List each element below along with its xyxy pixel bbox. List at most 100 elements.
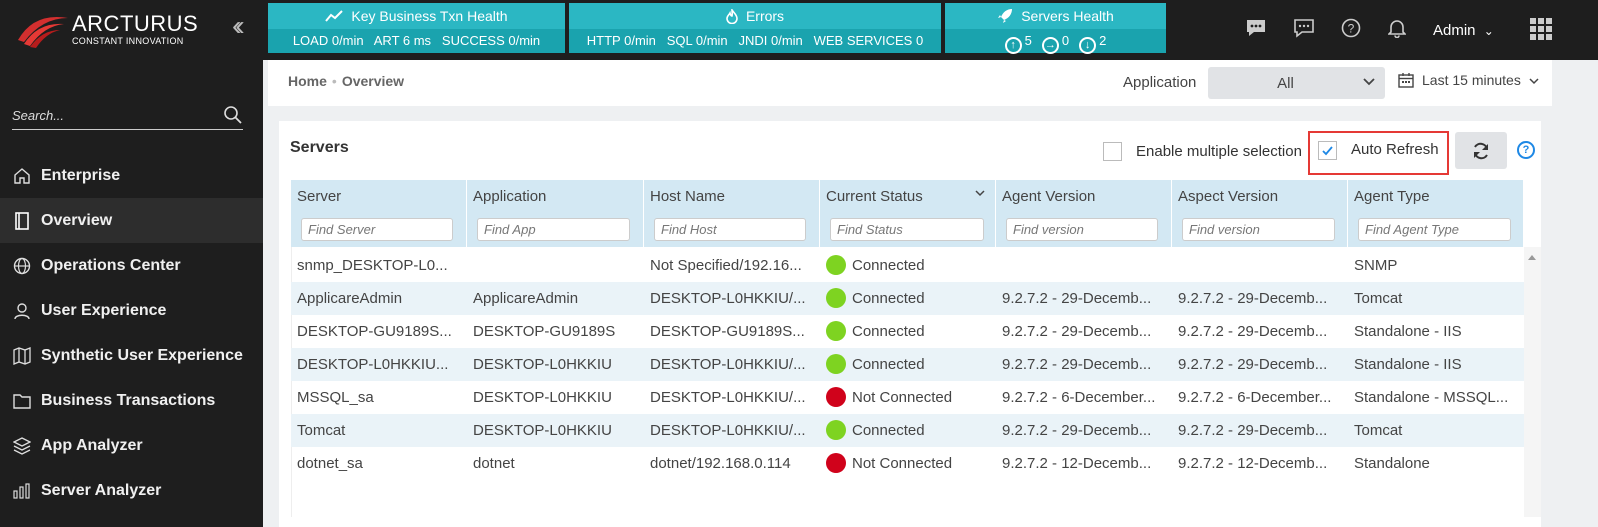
- cell-status: Connected: [820, 282, 990, 315]
- sidebar-item-enterprise[interactable]: Enterprise: [0, 153, 263, 198]
- sidebar-item-label: Operations Center: [41, 256, 181, 274]
- arrow-up-icon: ↑: [1004, 37, 1022, 54]
- server-filter-input[interactable]: [301, 218, 453, 241]
- cell-aspect-version: 9.2.7.2 - 29-Decemb...: [1178, 422, 1328, 439]
- table-row[interactable]: DESKTOP-GU9189S... DESKTOP-GU9189S DESKTOP…: [291, 315, 1524, 348]
- column-header-agent-type[interactable]: Agent Type: [1348, 180, 1524, 247]
- column-header-aspect-version[interactable]: Aspect Version: [1172, 180, 1348, 247]
- cell-agent-type: Tomcat: [1354, 290, 1403, 307]
- folder-icon: [12, 392, 32, 410]
- agent-version-filter-input[interactable]: [1006, 218, 1158, 241]
- status-dot-icon: [826, 354, 846, 374]
- chat-icon[interactable]: [1245, 18, 1267, 43]
- column-header-host-name[interactable]: Host Name: [644, 180, 820, 247]
- cell-aspect-version: 9.2.7.2 - 6-December...: [1178, 389, 1332, 406]
- cell-agent-version: 9.2.7.2 - 29-Decemb...: [1002, 290, 1152, 307]
- servers-health-widget[interactable]: Servers Health ↑ 5 → 0 ↓ 2: [945, 3, 1166, 54]
- table-row[interactable]: dotnet_sa dotnet dotnet/192.168.0.114 Not C…: [291, 447, 1524, 480]
- sidebar-item-app-analyzer[interactable]: App Analyzer: [0, 423, 263, 468]
- column-header-current-status[interactable]: Current Status: [820, 180, 996, 247]
- sidebar-item-operations-center[interactable]: Operations Center: [0, 243, 263, 288]
- status-text: Connected: [852, 257, 925, 274]
- table-row[interactable]: MSSQL_sa DESKTOP-L0HKKIU DESKTOP-L0HKKIU/.…: [291, 381, 1524, 414]
- cell-host: DESKTOP-L0HKKIU/...: [650, 389, 806, 406]
- search-icon[interactable]: [223, 105, 243, 125]
- table-row[interactable]: ApplicareAdmin ApplicareAdmin DESKTOP-L0HK…: [291, 282, 1524, 315]
- sidebar-search-input[interactable]: [12, 103, 212, 127]
- column-label: Aspect Version: [1178, 188, 1279, 205]
- help-icon[interactable]: ?: [1517, 141, 1535, 159]
- arrow-right-icon: →: [1041, 37, 1059, 54]
- trend-icon: [325, 10, 344, 22]
- top-bar: ARCTURUS CONSTANT INNOVATION ‹‹ Key Busi…: [0, 0, 1598, 60]
- host-filter-input[interactable]: [654, 218, 806, 241]
- table-row[interactable]: Tomcat DESKTOP-L0HKKIU DESKTOP-L0HKKIU/...…: [291, 414, 1524, 447]
- cell-status: Connected: [820, 414, 990, 447]
- column-header-server[interactable]: Server: [291, 180, 467, 247]
- application-select[interactable]: All: [1208, 67, 1385, 99]
- aspect-version-filter-input[interactable]: [1182, 218, 1335, 241]
- time-range-value: Last 15 minutes: [1422, 72, 1521, 88]
- agent-type-filter-input[interactable]: [1358, 218, 1511, 241]
- rocket-icon: [998, 9, 1013, 23]
- servers-neutral-count: → 0: [1041, 29, 1069, 54]
- status-text: Connected: [852, 323, 925, 340]
- status-filter-input[interactable]: [830, 218, 984, 241]
- time-range-select[interactable]: Last 15 minutes: [1398, 72, 1539, 88]
- column-header-application[interactable]: Application: [467, 180, 644, 247]
- cell-aspect-version: 9.2.7.2 - 12-Decemb...: [1178, 455, 1328, 472]
- sidebar-item-overview[interactable]: Overview: [0, 198, 263, 243]
- breadcrumb-home[interactable]: Home: [288, 73, 327, 89]
- cell-host: DESKTOP-L0HKKIU/...: [650, 356, 806, 373]
- refresh-button[interactable]: [1455, 132, 1507, 169]
- errors-widget[interactable]: Errors HTTP 0/min SQL 0/min JNDI 0/min W…: [569, 3, 941, 53]
- home-icon: [12, 167, 32, 185]
- status-text: Connected: [852, 356, 925, 373]
- apps-grid-icon[interactable]: [1530, 18, 1552, 40]
- sidebar-item-business-transactions[interactable]: Business Transactions: [0, 378, 263, 423]
- user-menu[interactable]: Admin ⌄: [1433, 22, 1494, 39]
- cell-agent-type: Standalone: [1354, 455, 1430, 472]
- cell-status: Connected: [820, 348, 990, 381]
- cell-server: Tomcat: [297, 422, 346, 439]
- arcturus-logo[interactable]: ARCTURUS CONSTANT INNOVATION: [14, 8, 234, 52]
- messages-icon[interactable]: [1293, 18, 1315, 43]
- refresh-icon: [1474, 142, 1488, 159]
- business-txn-health-widget[interactable]: Key Business Txn Health LOAD 0/min ART 6…: [268, 3, 565, 53]
- table-row[interactable]: DESKTOP-L0HKKIU... DESKTOP-L0HKKIU DESKTOP…: [291, 348, 1524, 381]
- sidebar-item-user-experience[interactable]: User Experience: [0, 288, 263, 333]
- cell-application: DESKTOP-GU9189S: [473, 323, 616, 340]
- status-dot-icon: [826, 387, 846, 407]
- status-text: Connected: [852, 422, 925, 439]
- cell-status: Not Connected: [820, 447, 990, 480]
- cell-host: DESKTOP-L0HKKIU/...: [650, 422, 806, 439]
- collapse-sidebar-icon[interactable]: ‹‹: [232, 12, 244, 40]
- breadcrumb-separator: •: [331, 73, 337, 89]
- sidebar-item-synthetic-user-experience[interactable]: Synthetic User Experience: [0, 333, 263, 378]
- auto-refresh-checkbox[interactable]: [1318, 141, 1337, 160]
- column-header-agent-version[interactable]: Agent Version: [996, 180, 1172, 247]
- sidebar-search: [12, 103, 243, 130]
- cell-host: DESKTOP-L0HKKIU/...: [650, 290, 806, 307]
- multi-select-checkbox[interactable]: [1103, 142, 1122, 161]
- column-label: Application: [473, 188, 547, 205]
- cell-application: DESKTOP-L0HKKIU: [473, 422, 612, 439]
- errors-title: Errors: [745, 8, 785, 24]
- cell-status: Connected: [820, 249, 990, 282]
- sidebar-item-label: Enterprise: [41, 166, 121, 184]
- cell-agent-type: Standalone - MSSQL...: [1354, 389, 1509, 406]
- cell-server: DESKTOP-L0HKKIU...: [297, 356, 449, 373]
- bell-icon[interactable]: [1387, 18, 1407, 43]
- breadcrumb-current: Overview: [341, 73, 405, 89]
- column-label: Agent Version: [1002, 188, 1096, 205]
- table-scrollbar[interactable]: [1524, 247, 1541, 517]
- logo-swoosh-icon: [18, 16, 68, 48]
- sidebar-item-server-analyzer[interactable]: Server Analyzer: [0, 468, 263, 513]
- application-filter-input[interactable]: [477, 218, 630, 241]
- sidebar-item-label: User Experience: [41, 301, 167, 319]
- table-row[interactable]: snmp_DESKTOP-L0... Not Specified/192.16..…: [291, 249, 1524, 282]
- chevron-down-icon[interactable]: [975, 188, 985, 200]
- help-circle-icon[interactable]: ?: [1341, 18, 1361, 43]
- breadcrumb: Home • Overview: [288, 73, 404, 89]
- scroll-up-icon[interactable]: [1528, 255, 1536, 260]
